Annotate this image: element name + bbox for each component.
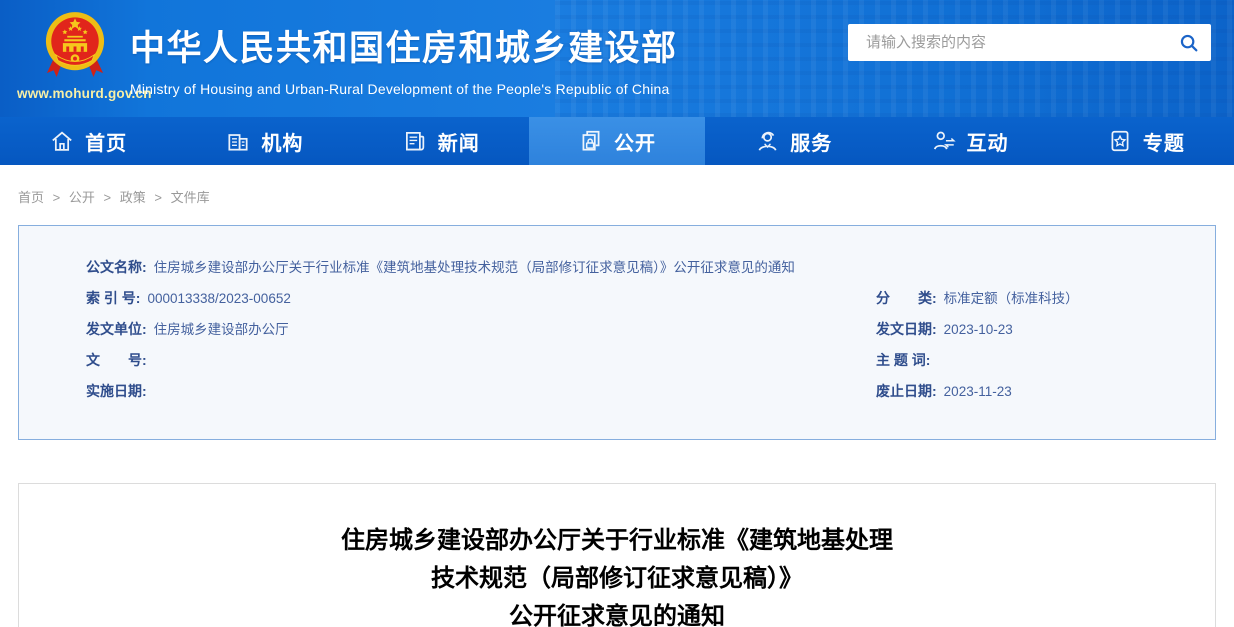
nav-label: 首页 (85, 127, 127, 156)
meta-label: 发文单位: (86, 321, 147, 337)
home-icon (49, 128, 75, 154)
nav-label: 新闻 (438, 127, 480, 156)
search-box (848, 24, 1211, 61)
topic-star-icon (1107, 128, 1133, 154)
article-title-line: 技术规范（局部修订征求意见稿）》 (19, 560, 1215, 598)
breadcrumb: 首页 > 公开 > 政策 > 文件库 (0, 165, 1234, 200)
meta-row-effective-date: 实施日期: (86, 376, 876, 407)
meta-row-issue-date: 发文日期: 2023-10-23 (876, 314, 1215, 345)
meta-value: 住房城乡建设部办公厅 (154, 322, 289, 337)
meta-label: 废止日期: (876, 383, 937, 399)
nav-label: 互动 (967, 127, 1009, 156)
breadcrumb-separator: > (154, 190, 162, 205)
document-meta-card: 公文名称: 住房城乡建设部办公厅关于行业标准《建筑地基处理技术规范（局部修订征求意… (18, 225, 1216, 440)
meta-value: 标准定额（标准科技） (944, 291, 1079, 306)
nav-item-interact[interactable]: 互动 (881, 117, 1057, 165)
meta-label: 分 类: (876, 290, 937, 306)
nav-item-home[interactable]: 首页 (0, 117, 176, 165)
meta-row-index-no: 索 引 号: 000013338/2023-00652 (86, 283, 876, 314)
nav-label: 机构 (261, 127, 303, 156)
meta-label: 发文日期: (876, 321, 937, 337)
home-logo[interactable]: www.mohurd.gov.cn (17, 10, 132, 101)
meta-label: 主 题 词: (876, 352, 930, 368)
nav-item-service[interactable]: 服务 (705, 117, 881, 165)
search-input[interactable] (848, 34, 1167, 51)
article-title: 住房城乡建设部办公厅关于行业标准《建筑地基处理 技术规范（局部修订征求意见稿）》… (19, 522, 1215, 627)
breadcrumb-separator: > (104, 190, 112, 205)
meta-value: 2023-11-23 (944, 384, 1012, 399)
meta-label: 索 引 号: (86, 290, 140, 306)
site-title-block: 中华人民共和国住房和城乡建设部 Ministry of Housing and … (130, 20, 678, 97)
nav-item-org[interactable]: 机构 (176, 117, 352, 165)
nav-label: 公开 (614, 127, 656, 156)
news-icon (402, 128, 428, 154)
site-title-cn: 中华人民共和国住房和城乡建设部 (130, 20, 678, 71)
meta-row-issuing-unit: 发文单位: 住房城乡建设部办公厅 (86, 314, 876, 345)
meta-label: 实施日期: (86, 383, 147, 399)
organization-icon (225, 128, 251, 154)
meta-value: 2023-10-23 (944, 322, 1013, 337)
meta-column-left: 索 引 号: 000013338/2023-00652 发文单位: 住房城乡建设部办… (86, 283, 876, 407)
nav-item-news[interactable]: 新闻 (353, 117, 529, 165)
service-icon (754, 128, 780, 154)
meta-label: 文 号: (86, 352, 147, 368)
meta-row-repeal-date: 废止日期: 2023-11-23 (876, 376, 1215, 407)
nav-item-topics[interactable]: 专题 (1058, 117, 1234, 165)
national-emblem-icon (44, 10, 106, 82)
nav-item-open[interactable]: 公开 (529, 117, 705, 165)
meta-row-doc-number: 文 号: (86, 345, 876, 376)
meta-label: 公文名称: (86, 259, 147, 275)
breadcrumb-current: 文件库 (171, 190, 210, 205)
interaction-icon (931, 128, 957, 154)
meta-value: 000013338/2023-00652 (147, 291, 290, 306)
article-title-line: 住房城乡建设部办公厅关于行业标准《建筑地基处理 (19, 522, 1215, 560)
site-url: www.mohurd.gov.cn (17, 86, 132, 101)
meta-row-subject-words: 主 题 词: (876, 345, 1215, 376)
meta-value: 住房城乡建设部办公厅关于行业标准《建筑地基处理技术规范（局部修订征求意见稿）》公… (154, 260, 795, 275)
article-title-line: 公开征求意见的通知 (19, 598, 1215, 627)
search-button[interactable] (1167, 24, 1211, 61)
nav-label: 服务 (790, 127, 832, 156)
main-nav: 首页 机构 新闻 公开 服务 (0, 117, 1234, 165)
meta-column-right: 分 类: 标准定额（标准科技） 发文日期: 2023-10-23 主 题 词: 废止… (876, 283, 1215, 407)
breadcrumb-policy[interactable]: 政策 (120, 190, 146, 205)
meta-columns: 索 引 号: 000013338/2023-00652 发文单位: 住房城乡建设部办… (19, 283, 1215, 407)
meta-row-doc-name: 公文名称: 住房城乡建设部办公厅关于行业标准《建筑地基处理技术规范（局部修订征求意… (19, 252, 1215, 283)
breadcrumb-open[interactable]: 公开 (69, 190, 95, 205)
site-title-en: Ministry of Housing and Urban-Rural Deve… (130, 81, 678, 97)
site-header: www.mohurd.gov.cn 中华人民共和国住房和城乡建设部 Minist… (0, 0, 1234, 117)
meta-row-category: 分 类: 标准定额（标准科技） (876, 283, 1215, 314)
breadcrumb-separator: > (53, 190, 61, 205)
nav-label: 专题 (1143, 127, 1185, 156)
search-icon (1178, 32, 1200, 54)
open-info-icon (578, 128, 604, 154)
article-card: 住房城乡建设部办公厅关于行业标准《建筑地基处理 技术规范（局部修订征求意见稿）》… (18, 483, 1216, 627)
breadcrumb-home[interactable]: 首页 (18, 190, 44, 205)
